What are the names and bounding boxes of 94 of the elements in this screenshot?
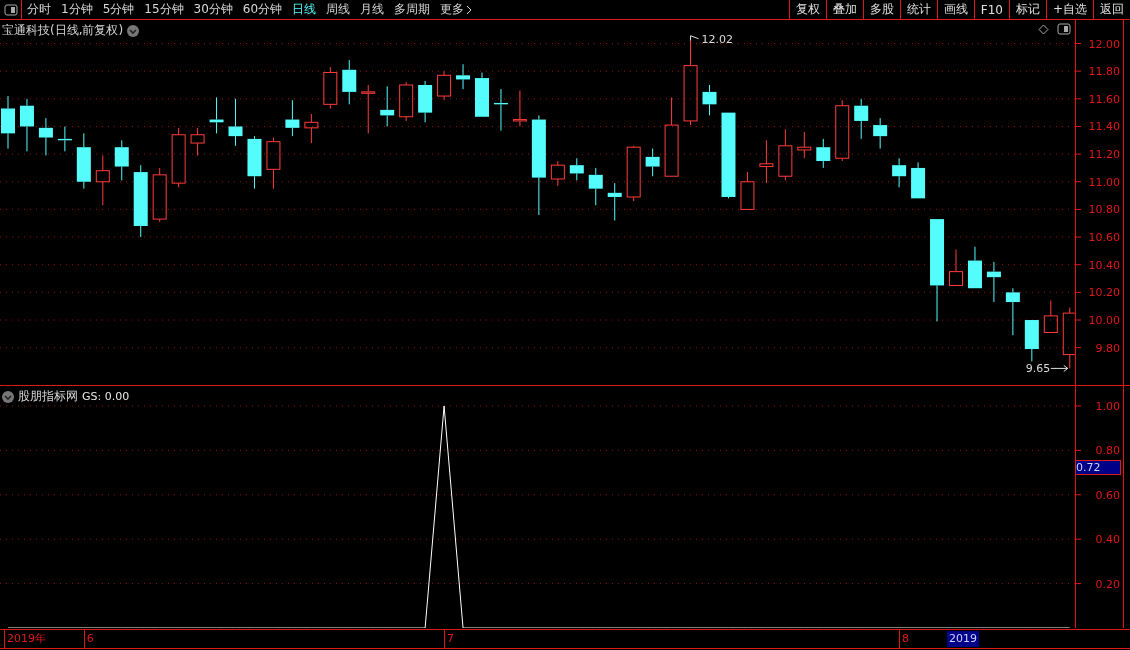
candlestick xyxy=(588,167,603,206)
axis-label: 0.80 xyxy=(1095,444,1120,458)
candlestick xyxy=(19,98,34,152)
chart-title: 宝通科技(日线,前复权) xyxy=(2,22,124,39)
candlestick xyxy=(95,155,110,206)
axis-label: 11.00 xyxy=(1088,175,1120,189)
axis-label: 10.80 xyxy=(1088,203,1120,217)
candlestick xyxy=(759,139,774,184)
candlestick xyxy=(152,167,167,223)
axis-label: 0.60 xyxy=(1095,488,1120,502)
axis-label: 9.80 xyxy=(1095,341,1120,355)
axis-label: 11.20 xyxy=(1088,148,1120,162)
candlestick xyxy=(911,161,926,199)
candlestick xyxy=(304,113,319,144)
candlestick xyxy=(778,128,793,181)
candlestick xyxy=(190,127,205,156)
period-tab[interactable]: 多周期 xyxy=(389,0,436,19)
candlestick xyxy=(740,171,755,210)
period-tab[interactable]: 周线 xyxy=(321,0,356,19)
candlestick xyxy=(361,84,376,134)
period-tab[interactable]: 60分钟 xyxy=(237,0,288,19)
candlestick xyxy=(1024,319,1039,362)
time-axis-label: 7 xyxy=(444,630,455,648)
period-tab[interactable]: 日线 xyxy=(287,0,322,19)
candlestick xyxy=(702,84,717,116)
diamond-icon[interactable] xyxy=(1038,23,1049,35)
axis-label: 10.20 xyxy=(1088,286,1120,300)
axis-label: 11.40 xyxy=(1088,120,1120,134)
dropdown-icon[interactable] xyxy=(2,390,14,403)
candlestick xyxy=(323,66,338,109)
candlestick xyxy=(873,117,888,150)
candlestick xyxy=(247,135,262,190)
axis-label: 12.00 xyxy=(1088,37,1120,51)
axis-label: 11.80 xyxy=(1088,65,1120,79)
period-tab[interactable]: 5分钟 xyxy=(97,0,140,19)
candlestick xyxy=(418,80,433,123)
period-tab[interactable]: 15分钟 xyxy=(139,0,189,19)
candlestick xyxy=(835,99,850,162)
candlestick xyxy=(114,139,129,181)
candlestick xyxy=(854,98,869,140)
candlestick xyxy=(892,157,907,188)
candlestick xyxy=(266,137,281,190)
axis-label: 10.40 xyxy=(1088,258,1120,272)
more-button[interactable]: 更多 xyxy=(435,0,478,19)
candlestick xyxy=(1043,300,1058,333)
candlestick xyxy=(57,125,72,152)
candlestick xyxy=(967,246,982,289)
candlestick xyxy=(38,117,53,156)
candlestick xyxy=(342,59,357,105)
period-tab[interactable]: 30分钟 xyxy=(188,0,238,19)
candlestick xyxy=(1005,287,1020,336)
dropdown-icon[interactable] xyxy=(127,24,140,37)
candlestick xyxy=(645,148,660,177)
candlestick xyxy=(209,96,224,134)
candlestick xyxy=(949,249,963,286)
time-axis-label: 8 xyxy=(899,630,910,648)
axis-label: 0.40 xyxy=(1095,533,1120,547)
candlestick xyxy=(493,88,508,132)
axis-label: 10.00 xyxy=(1088,314,1120,327)
toggle-icon[interactable] xyxy=(1057,23,1071,35)
candlestick xyxy=(437,70,452,101)
candlestick xyxy=(285,99,300,137)
candlestick xyxy=(1,95,15,150)
sidebar-icon[interactable] xyxy=(3,3,18,16)
candlestick xyxy=(171,127,186,188)
candlestick xyxy=(607,182,622,221)
candlestick xyxy=(797,131,812,159)
axis-label: 10.60 xyxy=(1088,231,1120,245)
indicator-title: 股朋指标网 xyxy=(18,388,78,405)
axis-label: 0.20 xyxy=(1095,577,1120,591)
candlestick xyxy=(475,72,489,118)
time-axis-label: 6 xyxy=(83,630,94,648)
candlestick xyxy=(456,63,471,90)
candlestick xyxy=(986,261,1001,303)
cursor-date: 2019 xyxy=(947,631,979,647)
axis-label: 11.60 xyxy=(1088,92,1120,106)
axis-label: 1.00 xyxy=(1095,400,1120,413)
candlestick xyxy=(399,81,414,122)
candlestick xyxy=(76,132,91,190)
candlestick xyxy=(1062,307,1075,369)
candlestick xyxy=(512,90,527,127)
candlestick xyxy=(626,145,641,202)
candlestick xyxy=(550,160,565,187)
period-tab[interactable]: 分时 xyxy=(22,0,56,19)
chevron-right-icon xyxy=(466,4,473,15)
time-axis-label: 2019年 xyxy=(4,630,46,648)
candlestick xyxy=(569,157,584,181)
candlestick xyxy=(228,98,243,147)
candlestick xyxy=(816,138,831,169)
period-tab[interactable]: 1分钟 xyxy=(56,0,98,19)
indicator-reading: GS: 0.00 xyxy=(82,390,130,403)
candlestick xyxy=(380,85,395,127)
period-tab[interactable]: 月线 xyxy=(355,0,390,19)
cursor-value: 0.72 xyxy=(1075,460,1121,476)
